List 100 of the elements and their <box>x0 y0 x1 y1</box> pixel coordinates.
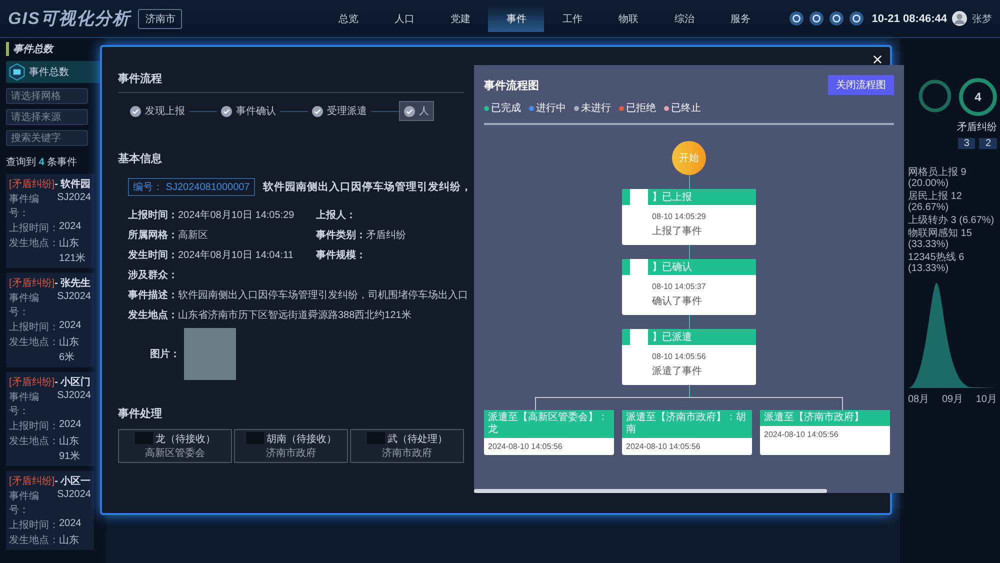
event-card[interactable]: [矛盾纠纷]- 小区门 事件编号： SJ2024 上报时间：2024 发生地点：山东 91米 <box>6 372 94 466</box>
nav-tab[interactable]: 人口 <box>376 6 432 32</box>
section-title: 事件处理 <box>118 406 163 421</box>
close-icon[interactable] <box>871 53 884 66</box>
process-step: 发现上报 <box>126 102 189 120</box>
scrollbar[interactable] <box>474 489 827 493</box>
field-label: 事件规模： <box>316 248 366 262</box>
nav-tab[interactable]: 总览 <box>320 6 376 32</box>
field-label: 上报时间： <box>9 518 59 532</box>
legend-item: 上级转办 3 (6.67%) <box>908 215 996 226</box>
field-label: 事件类别： <box>316 228 366 242</box>
event-code-badge: 编号： SJ2024081000007 <box>128 178 255 196</box>
field-value: 高新区 <box>178 228 208 242</box>
field-label: 上报时间： <box>9 320 59 334</box>
stat-label: 事件总数 <box>29 66 69 79</box>
redaction-block <box>630 329 648 345</box>
redaction-block <box>134 432 152 444</box>
field-label: 上报人： <box>316 208 356 222</box>
node-title: 】已确认 <box>652 260 692 274</box>
connector-line <box>688 175 690 189</box>
close-flow-button[interactable]: 关闭流程图 <box>828 75 894 95</box>
nav-tab[interactable]: 物联 <box>600 6 656 32</box>
cube-icon <box>8 63 26 81</box>
field-value: 2024 <box>59 419 82 432</box>
node-title: 派遣至【高新区管委会】：龙 <box>488 412 608 435</box>
legend-label: 已完成 <box>491 102 521 115</box>
field-label: 事件编号： <box>9 490 40 517</box>
node-time: 08-10 14:05:56 <box>652 352 706 361</box>
field-value: SJ2024 <box>57 390 91 403</box>
field-value: 矛盾纠纷 <box>366 228 406 242</box>
field-value: 山东 <box>59 434 79 448</box>
legend-item: 网格员上报 9 (20.00%) <box>908 167 968 189</box>
legend-label: 已拒绝 <box>626 102 656 115</box>
legend-label: 已终止 <box>671 102 701 115</box>
field-label: 事件编号： <box>9 390 40 418</box>
event-card[interactable]: [矛盾纠纷]- 张先生 事件编号： SJ2024 上报时间：2024 发生地点：山东 6米 <box>6 273 94 367</box>
field-label: 发生时间： <box>128 248 178 262</box>
field-label: 事件描述： <box>128 288 178 302</box>
event-tag: [矛盾纠纷] <box>9 375 55 389</box>
user-name: 张梦 <box>972 12 992 26</box>
field-value: SJ2024 <box>57 192 91 205</box>
section-title: 基本信息 <box>118 152 163 166</box>
handler-name: 龙（待接收） <box>156 432 216 446</box>
check-icon <box>130 106 141 116</box>
field-label: 事件编号： <box>9 192 40 220</box>
city-selector[interactable]: 济南市 <box>138 8 182 28</box>
node-text: 派遣了事件 <box>652 364 703 378</box>
event-tag: [矛盾纠纷] <box>9 276 55 290</box>
field-label: 图片： <box>150 348 180 361</box>
node-title: 派遣至【济南市政府】：胡南 <box>626 412 746 435</box>
handler-name: 胡南（待接收） <box>266 432 336 446</box>
avatar-icon[interactable] <box>952 11 967 26</box>
check-icon <box>312 106 323 116</box>
legend-label: 未进行 <box>581 102 611 115</box>
field-value: 6米 <box>58 350 76 364</box>
process-step: 受理派遣 <box>308 102 371 120</box>
legend-label: 进行中 <box>536 102 566 115</box>
app-logo: GIS可视化分析 <box>8 8 130 30</box>
clock-time: 10-21 08:46:44 <box>872 12 947 24</box>
node-text: 上报了事件 <box>652 224 703 238</box>
handler-name: 武（待处理） <box>388 432 448 446</box>
field-value: 121米 <box>58 252 87 265</box>
filter-dropdown[interactable]: 请选择来源 <box>6 109 88 125</box>
field-label: 事件编号： <box>9 292 40 319</box>
field-value: 山东省济南市历下区智远街道舜源路388西北约121米 <box>178 308 412 322</box>
node-time: 08-10 14:05:37 <box>652 282 706 291</box>
nav-tab[interactable]: 事件 <box>488 6 544 32</box>
event-title: - 小区一 <box>54 474 91 488</box>
field-label: 发生地点： <box>9 336 59 349</box>
start-node: 开始 <box>672 141 706 175</box>
nav-tab[interactable]: 服务 <box>712 6 768 32</box>
axis-label: 08月 <box>908 393 930 406</box>
ring-label: 矛盾纠纷 <box>957 120 997 134</box>
ring-icon <box>917 78 953 114</box>
node-time: 2024-08-10 14:05:56 <box>626 442 700 451</box>
nav-tab[interactable]: 工作 <box>544 6 600 32</box>
filter-dropdown[interactable]: 请选择网格 <box>6 88 88 104</box>
field-label: 发生地点： <box>9 434 59 448</box>
event-title: - 小区门 <box>54 375 91 389</box>
field-value: 软件园南侧出入口因停车场管理引发纠纷，司机围堵停车场出入口 <box>178 288 468 302</box>
result-count: 查询到 4 条事件 <box>6 156 78 169</box>
node-time: 2024-08-10 14:05:56 <box>764 430 838 439</box>
field-label: 发生地点： <box>9 236 59 250</box>
redaction-block <box>630 259 648 275</box>
process-step: 事件确认 <box>217 102 280 120</box>
nav-tab[interactable]: 综治 <box>656 6 712 32</box>
event-card[interactable]: [矛盾纠纷]- 软件园 事件编号： SJ2024 上报时间：2024 发生地点：山东 121米 <box>6 174 94 268</box>
event-card[interactable]: [矛盾纠纷]- 小区一 事件编号： SJ2024 上报时间：2024 发生地点：山东 <box>6 471 94 550</box>
node-title: 派遣至【济南市政府】 <box>764 412 864 423</box>
section-title: 事件流程 <box>118 71 464 93</box>
search-field[interactable]: 搜索关键字 <box>6 130 88 146</box>
handler-org: 高新区管委会 <box>145 446 205 460</box>
nav-tab[interactable]: 党建 <box>432 6 488 32</box>
check-icon <box>221 106 232 116</box>
axis-label: 10月 <box>976 393 997 406</box>
event-title: 软件园南侧出入口因停车场管理引发纠纷， <box>262 180 472 194</box>
node-title: 】已派遣 <box>652 330 692 344</box>
field-label: 上报时间： <box>128 208 178 222</box>
stat-value: 3 <box>958 138 976 149</box>
field-value: 山东 <box>59 236 79 250</box>
